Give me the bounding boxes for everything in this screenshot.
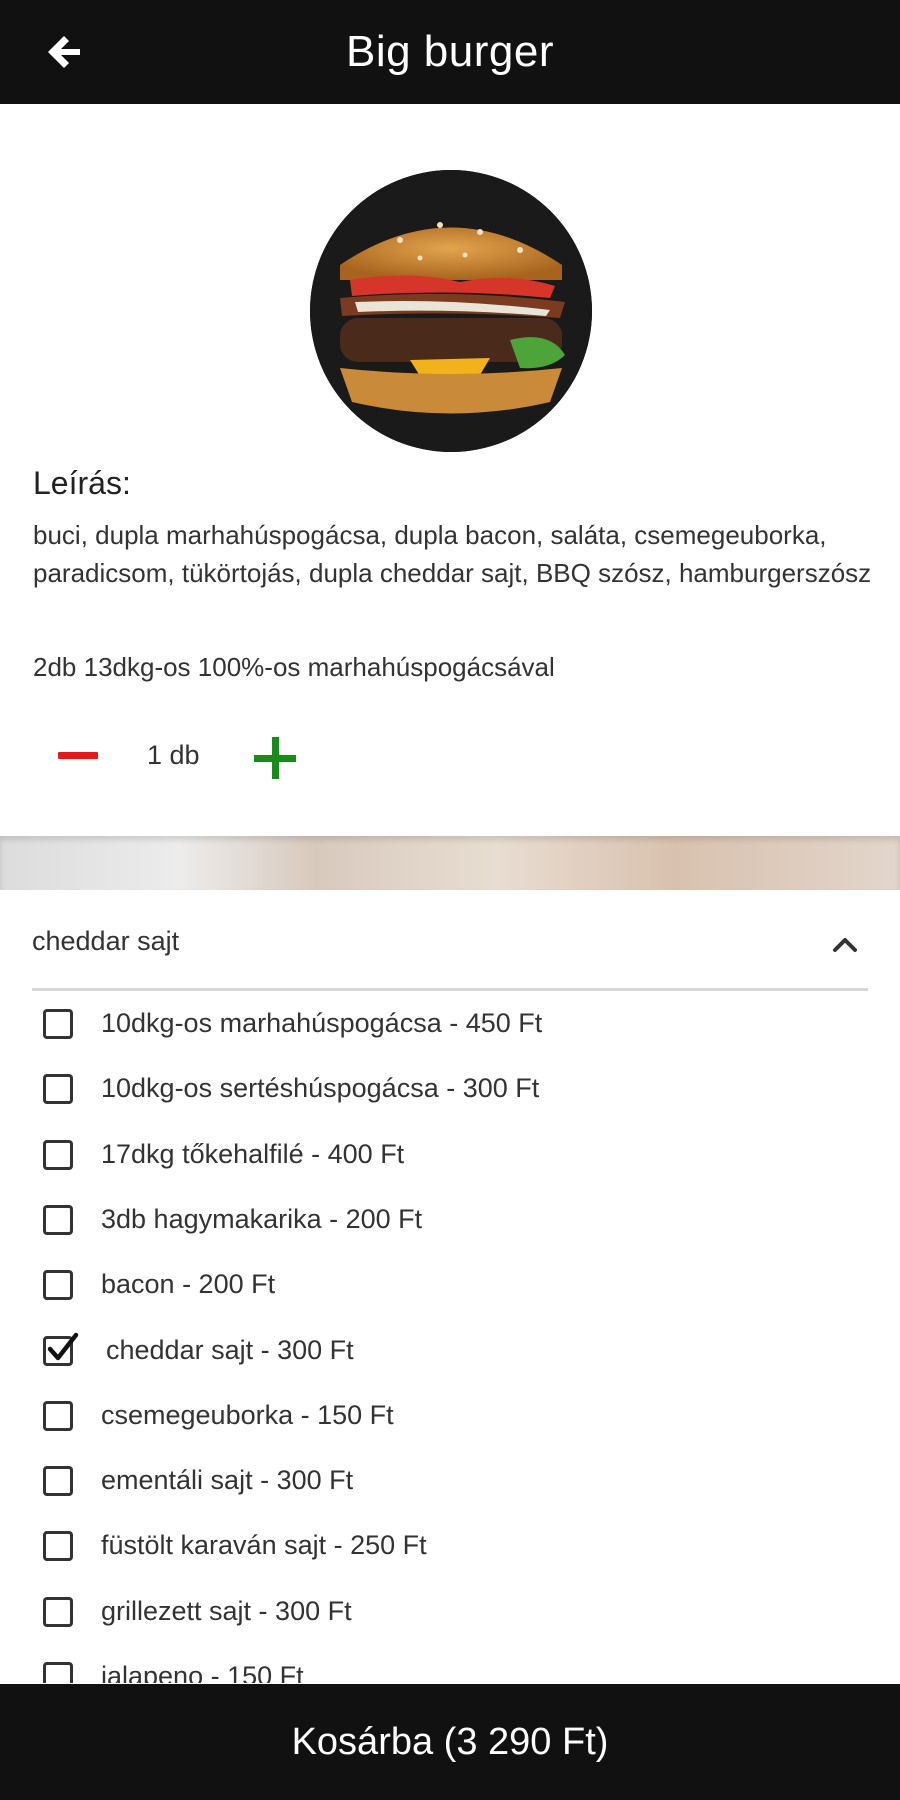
checkbox[interactable] (43, 1204, 73, 1235)
checkbox[interactable] (43, 1466, 73, 1497)
extra-option-label: grillezett sajt - 300 Ft (101, 1595, 352, 1626)
extra-option-label: 17dkg tőkehalfilé - 400 Ft (101, 1138, 405, 1169)
description-note: 2db 13dkg-os 100%-os marhahúspogácsával (33, 652, 555, 682)
checkbox[interactable] (43, 1400, 73, 1431)
extra-option-label: csemegeuborka - 150 Ft (101, 1399, 394, 1430)
extra-option-item[interactable]: 10dkg-os marhahúspogácsa - 450 Ft (0, 995, 900, 1055)
checkbox[interactable] (43, 1531, 73, 1562)
extra-option-label: 10dkg-os sertéshúspogácsa - 300 Ft (101, 1073, 540, 1104)
checkbox[interactable] (43, 1596, 73, 1627)
page-title: Big burger (345, 27, 554, 76)
extra-option-label: cheddar sajt - 300 Ft (106, 1334, 354, 1365)
extras-options-list: 10dkg-os marhahúspogácsa - 450 Ft 10dkg-o… (0, 995, 900, 1683)
top-app-bar: Big burger (0, 0, 900, 104)
checkbox-checked[interactable] (43, 1332, 79, 1366)
extra-option-item[interactable]: ementáli sajt - 300 Ft (0, 1452, 900, 1512)
extra-option-label: bacon - 200 Ft (101, 1269, 276, 1300)
extra-option-label: 10dkg-os marhahúspogácsa - 450 Ft (101, 1008, 543, 1038)
decorative-banner (0, 836, 900, 890)
extra-option-label: füstölt karaván sajt - 250 Ft (101, 1530, 427, 1561)
increase-quantity-button[interactable] (252, 735, 298, 781)
add-to-cart-button[interactable]: Kosárba (3 290 Ft) (0, 1684, 900, 1800)
extra-option-item[interactable]: cheddar sajt - 300 Ft (0, 1322, 900, 1382)
product-image (310, 170, 592, 452)
checkbox[interactable] (43, 1662, 73, 1683)
checkbox[interactable] (43, 1139, 73, 1170)
extra-option-item[interactable]: csemegeuborka - 150 Ft (0, 1387, 900, 1447)
extra-option-item[interactable]: 17dkg tőkehalfilé - 400 Ft (0, 1126, 900, 1186)
chevron-up-icon (833, 938, 857, 952)
extra-option-item[interactable]: bacon - 200 Ft (0, 1256, 900, 1316)
extra-option-item[interactable]: 10dkg-os sertéshúspogácsa - 300 Ft (0, 1060, 900, 1120)
extra-option-item[interactable]: 3db hagymakarika - 200 Ft (0, 1191, 900, 1251)
quantity-value: 1 db (147, 740, 200, 770)
extras-accordion-header[interactable]: cheddar sajt (32, 912, 868, 991)
checkbox[interactable] (43, 1074, 73, 1105)
decrease-quantity-button[interactable] (56, 738, 100, 774)
description-text: buci, dupla marhahúspogácsa, dupla bacon… (33, 520, 872, 588)
extra-option-item[interactable]: jalapeno - 150 Ft (0, 1648, 900, 1683)
extra-option-label: jalapeno - 150 Ft (101, 1661, 304, 1683)
extra-option-label: 3db hagymakarika - 200 Ft (101, 1203, 423, 1234)
extra-option-item[interactable]: füstölt karaván sajt - 250 Ft (0, 1517, 900, 1577)
back-button[interactable] (38, 26, 90, 78)
checkbox[interactable] (43, 1009, 73, 1039)
arrow-left-icon (48, 36, 80, 68)
extra-option-label: ementáli sajt - 300 Ft (101, 1465, 354, 1496)
extra-option-item[interactable]: grillezett sajt - 300 Ft (0, 1583, 900, 1643)
checkbox[interactable] (43, 1270, 73, 1301)
checkmark-icon (47, 1332, 79, 1360)
extras-header-label: cheddar sajt (32, 926, 180, 956)
description-title: Leírás: (33, 465, 131, 501)
